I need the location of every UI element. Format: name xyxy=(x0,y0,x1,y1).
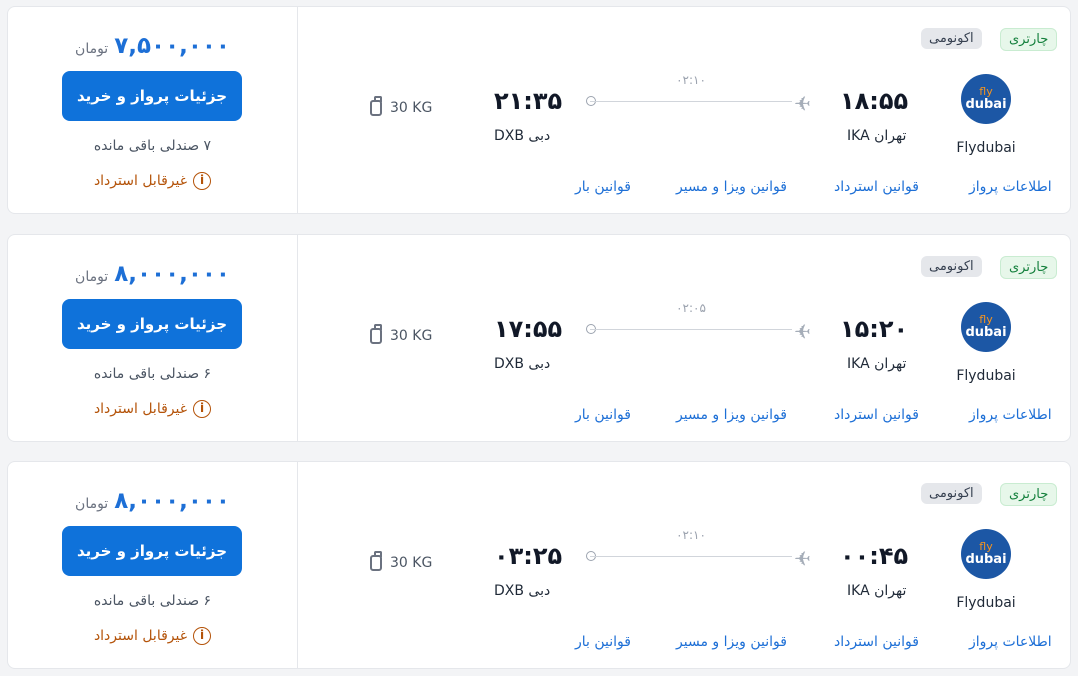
baggage-rules-link[interactable]: قوانین بار xyxy=(575,407,631,423)
route-line xyxy=(590,556,792,557)
seats-label: صندلی باقی مانده xyxy=(93,366,200,382)
visa-rules-link[interactable]: قوانین ویزا و مسیر xyxy=(676,634,787,650)
arrival-city: دبی DXB xyxy=(494,356,551,372)
seats-label: صندلی باقی مانده xyxy=(93,593,200,609)
cabin-class-badge: اکونومی xyxy=(921,256,982,277)
flight-card: ۸,۰۰۰,۰۰۰ تومان جزئیات پرواز و خرید ۶ صند… xyxy=(7,234,1071,442)
departure-city: تهران IKA xyxy=(847,128,907,144)
airplane-icon: ✈ xyxy=(794,91,811,115)
refund-status: i غیرقابل استرداد xyxy=(8,400,297,418)
info-icon: i xyxy=(193,400,212,418)
baggage-value: 30 KG xyxy=(390,100,433,116)
departure-time: ۱۵:۲۰ xyxy=(840,315,909,343)
luggage-icon xyxy=(370,96,382,116)
flight-details-buy-button[interactable]: جزئیات پرواز و خرید xyxy=(62,299,242,349)
logo-text-bottom: dubai xyxy=(965,552,1007,567)
logo-text-bottom: dubai xyxy=(965,325,1007,340)
flight-details-buy-button[interactable]: جزئیات پرواز و خرید xyxy=(62,526,242,576)
airline-name: Flydubai xyxy=(956,140,1016,156)
info-icon: i xyxy=(193,172,212,190)
luggage-icon xyxy=(370,551,382,571)
baggage-rules-link[interactable]: قوانین بار xyxy=(575,179,631,195)
departure-city: تهران IKA xyxy=(847,583,907,599)
airline-logo: fly dubai xyxy=(961,74,1011,124)
refund-status: i غیرقابل استرداد xyxy=(8,172,297,190)
refund-status: i غیرقابل استرداد xyxy=(8,627,297,645)
luggage-icon xyxy=(370,324,382,344)
airline-name: Flydubai xyxy=(956,595,1016,611)
seats-remaining: ۷ صندلی باقی مانده xyxy=(8,138,297,154)
charter-badge: چارتری xyxy=(1000,483,1058,506)
baggage-value: 30 KG xyxy=(390,328,433,344)
flight-duration: ۰۲:۰۵ xyxy=(676,301,706,315)
flight-card: ۷,۵۰۰,۰۰۰ تومان جزئیات پرواز و خرید ۷ صند… xyxy=(7,6,1071,214)
price-currency: تومان xyxy=(75,496,109,512)
seats-remaining: ۶ صندلی باقی مانده xyxy=(8,366,297,382)
baggage-value: 30 KG xyxy=(390,555,433,571)
seats-count: ۷ xyxy=(203,138,212,154)
baggage-rules-link[interactable]: قوانین بار xyxy=(575,634,631,650)
card-divider xyxy=(297,462,298,668)
arrival-time: ۲۱:۳۵ xyxy=(494,87,563,115)
price-amount: ۸,۰۰۰,۰۰۰ xyxy=(114,488,230,514)
seats-remaining: ۶ صندلی باقی مانده xyxy=(8,593,297,609)
refund-rules-link[interactable]: قوانین استرداد xyxy=(834,179,919,195)
price: ۸,۰۰۰,۰۰۰ تومان xyxy=(8,488,297,514)
price-currency: تومان xyxy=(75,41,109,57)
arrival-city: دبی DXB xyxy=(494,583,551,599)
refund-rules-link[interactable]: قوانین استرداد xyxy=(834,407,919,423)
seats-label: صندلی باقی مانده xyxy=(93,138,200,154)
price: ۷,۵۰۰,۰۰۰ تومان xyxy=(8,33,297,59)
departure-city: تهران IKA xyxy=(847,356,907,372)
baggage-allowance: 30 KG xyxy=(370,551,433,571)
price-amount: ۸,۰۰۰,۰۰۰ xyxy=(114,261,230,287)
arrival-time: ۱۷:۵۵ xyxy=(494,315,563,343)
refund-label: غیرقابل استرداد xyxy=(93,628,188,644)
flight-duration: ۰۲:۱۰ xyxy=(676,528,706,542)
seats-count: ۶ xyxy=(203,593,212,609)
refund-rules-link[interactable]: قوانین استرداد xyxy=(834,634,919,650)
card-divider xyxy=(297,235,298,441)
price-amount: ۷,۵۰۰,۰۰۰ xyxy=(114,33,230,59)
logo-text-bottom: dubai xyxy=(965,97,1007,112)
visa-rules-link[interactable]: قوانین ویزا و مسیر xyxy=(676,407,787,423)
flight-card: ۸,۰۰۰,۰۰۰ تومان جزئیات پرواز و خرید ۶ صند… xyxy=(7,461,1071,669)
departure-time: ۰۰:۴۵ xyxy=(840,542,909,570)
flight-info-link[interactable]: اطلاعات پرواز xyxy=(969,634,1052,650)
charter-badge: چارتری xyxy=(1000,256,1058,279)
seats-count: ۶ xyxy=(203,366,212,382)
airplane-icon: ✈ xyxy=(794,319,811,343)
airline-name: Flydubai xyxy=(956,368,1016,384)
refund-label: غیرقابل استرداد xyxy=(93,401,188,417)
arrival-time: ۰۳:۲۵ xyxy=(494,542,563,570)
airplane-icon: ✈ xyxy=(794,546,811,570)
flight-info-link[interactable]: اطلاعات پرواز xyxy=(969,407,1052,423)
charter-badge: چارتری xyxy=(1000,28,1058,51)
airline-logo: fly dubai xyxy=(961,529,1011,579)
visa-rules-link[interactable]: قوانین ویزا و مسیر xyxy=(676,179,787,195)
card-divider xyxy=(297,7,298,213)
flight-details-buy-button[interactable]: جزئیات پرواز و خرید xyxy=(62,71,242,121)
cabin-class-badge: اکونومی xyxy=(921,483,982,504)
flight-duration: ۰۲:۱۰ xyxy=(676,73,706,87)
departure-time: ۱۸:۵۵ xyxy=(840,87,909,115)
info-icon: i xyxy=(193,627,212,645)
flight-info-link[interactable]: اطلاعات پرواز xyxy=(969,179,1052,195)
price: ۸,۰۰۰,۰۰۰ تومان xyxy=(8,261,297,287)
route-line xyxy=(590,101,792,102)
refund-label: غیرقابل استرداد xyxy=(93,173,188,189)
cabin-class-badge: اکونومی xyxy=(921,28,982,49)
price-currency: تومان xyxy=(75,269,109,285)
baggage-allowance: 30 KG xyxy=(370,96,433,116)
baggage-allowance: 30 KG xyxy=(370,324,433,344)
airline-logo: fly dubai xyxy=(961,302,1011,352)
route-line xyxy=(590,329,792,330)
arrival-city: دبی DXB xyxy=(494,128,551,144)
